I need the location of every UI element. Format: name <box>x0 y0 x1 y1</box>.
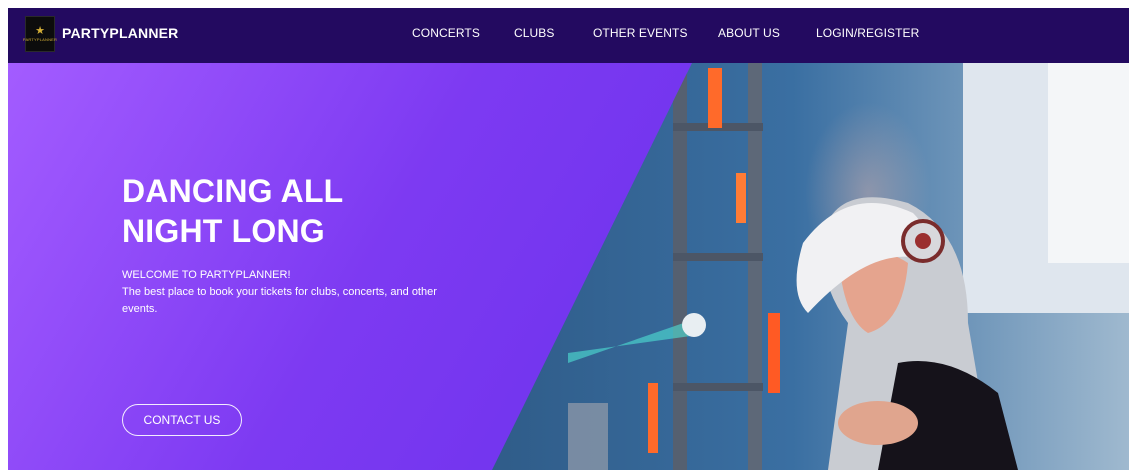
contact-us-button[interactable]: CONTACT US <box>122 404 242 436</box>
hero-description: The best place to book your tickets for … <box>122 286 437 315</box>
nav-link-login-register[interactable]: LOGIN/REGISTER <box>816 26 919 40</box>
nav-link-about-us[interactable]: ABOUT US <box>718 26 780 40</box>
nav-links: CONCERTS CLUBS OTHER EVENTS ABOUT US LOG… <box>8 26 1129 46</box>
hero-title-line-2: NIGHT LONG <box>122 213 325 249</box>
hero-subtitle: WELCOME TO PARTYPLANNER! The best place … <box>122 267 462 318</box>
hero-welcome-text: WELCOME TO PARTYPLANNER! <box>122 269 291 281</box>
hero-copy: DANCING ALL NIGHT LONG WELCOME TO PARTYP… <box>122 171 482 318</box>
page-frame: ★ PARTYPLANNER PARTYPLANNER CONCERTS CLU… <box>8 8 1129 470</box>
nav-link-clubs[interactable]: CLUBS <box>514 26 555 40</box>
top-navbar: ★ PARTYPLANNER PARTYPLANNER CONCERTS CLU… <box>8 8 1129 63</box>
hero-title: DANCING ALL NIGHT LONG <box>122 171 482 251</box>
nav-link-concerts[interactable]: CONCERTS <box>412 26 480 40</box>
hero-title-line-1: DANCING ALL <box>122 173 344 209</box>
nav-link-other-events[interactable]: OTHER EVENTS <box>593 26 688 40</box>
